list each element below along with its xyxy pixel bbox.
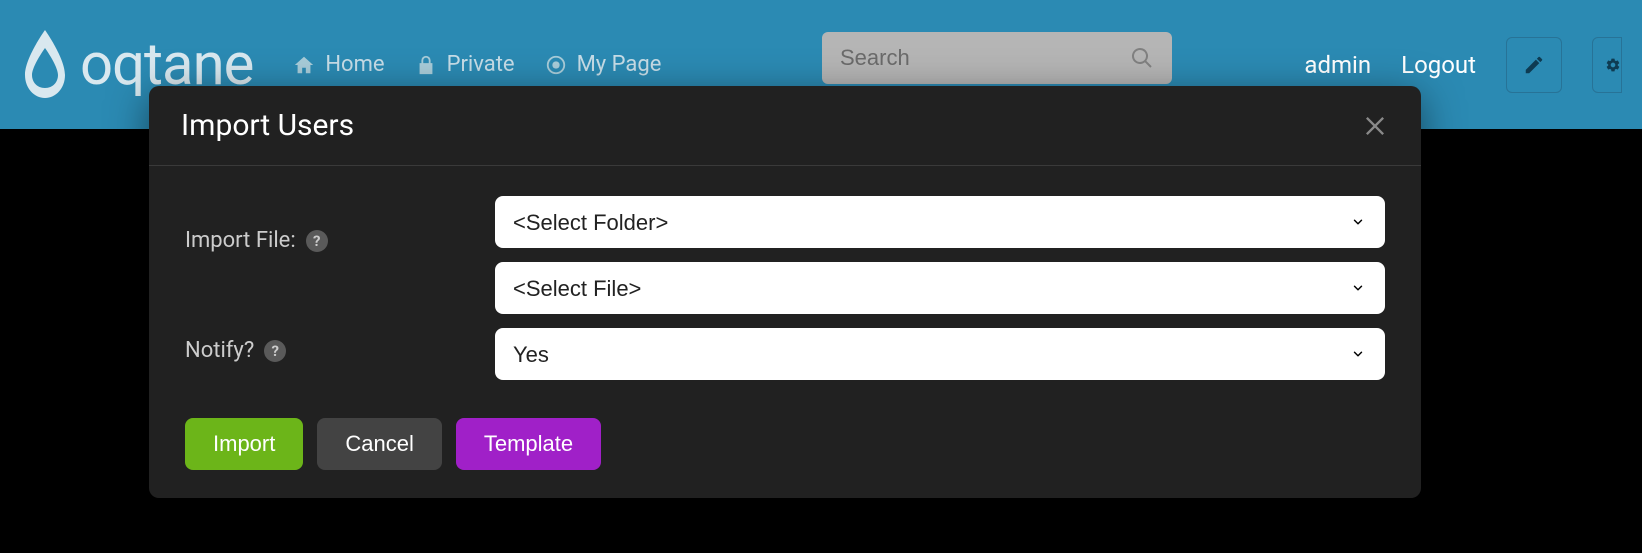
edit-button[interactable] <box>1506 37 1562 93</box>
help-icon[interactable]: ? <box>264 340 286 362</box>
nav-mypage[interactable]: My Page <box>545 52 662 77</box>
settings-button[interactable] <box>1592 37 1622 93</box>
modal-title: Import Users <box>181 108 354 143</box>
main-nav: Home Private My Page <box>293 52 661 77</box>
help-icon[interactable]: ? <box>306 230 328 252</box>
search-box[interactable] <box>822 32 1172 84</box>
close-button[interactable] <box>1361 112 1389 140</box>
notify-label: Notify? ? <box>185 328 495 363</box>
home-icon <box>293 54 315 76</box>
notify-controls: Yes <box>495 328 1385 380</box>
nav-private[interactable]: Private <box>415 52 515 77</box>
search-icon <box>1130 46 1154 70</box>
logo-icon <box>20 30 70 100</box>
lock-icon <box>415 54 437 76</box>
user-admin-link[interactable]: admin <box>1304 51 1371 79</box>
button-row: Import Cancel Template <box>185 418 1385 470</box>
template-button[interactable]: Template <box>456 418 601 470</box>
import-users-modal: Import Users Import File: ? <Select Fold… <box>149 86 1421 498</box>
nav-home[interactable]: Home <box>293 52 384 77</box>
modal-header: Import Users <box>149 86 1421 166</box>
nav-home-label: Home <box>325 52 384 77</box>
close-icon <box>1361 112 1389 140</box>
notify-row: Notify? ? Yes <box>185 328 1385 380</box>
cancel-button[interactable]: Cancel <box>317 418 441 470</box>
modal-body: Import File: ? <Select Folder> <Select F… <box>149 166 1421 498</box>
notify-select[interactable]: Yes <box>495 328 1385 380</box>
gear-icon <box>1605 54 1621 76</box>
file-select[interactable]: <Select File> <box>495 262 1385 314</box>
import-file-label: Import File: ? <box>185 196 495 253</box>
nav-mypage-label: My Page <box>577 52 662 77</box>
import-button[interactable]: Import <box>185 418 303 470</box>
nav-private-label: Private <box>447 52 515 77</box>
folder-select[interactable]: <Select Folder> <box>495 196 1385 248</box>
import-file-controls: <Select Folder> <Select File> <box>495 196 1385 314</box>
target-icon <box>545 54 567 76</box>
pencil-icon <box>1523 54 1545 76</box>
search-input[interactable] <box>840 45 1130 71</box>
import-file-row: Import File: ? <Select Folder> <Select F… <box>185 196 1385 314</box>
logout-link[interactable]: Logout <box>1401 51 1476 79</box>
